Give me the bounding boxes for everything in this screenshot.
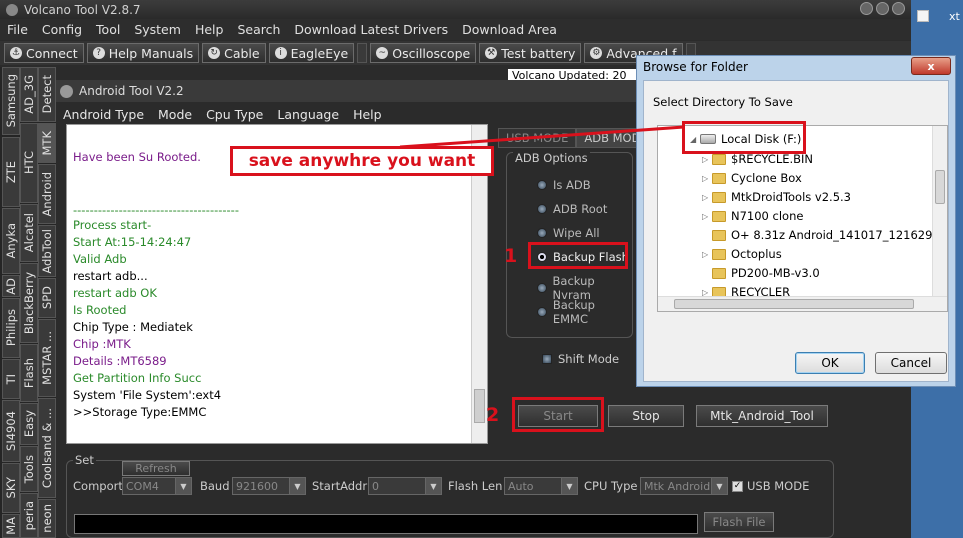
- annotation-box-start: [512, 397, 604, 432]
- annotation-box-backup-flash: [528, 242, 628, 269]
- annotation-line: [399, 125, 685, 149]
- annotation-label: save anywhre you want: [230, 146, 494, 176]
- screen: Volcano Tool V2.8.7 xt File Config Tool …: [0, 0, 963, 538]
- annotation-arrow: [399, 125, 685, 149]
- annotation-box-drive: [682, 121, 806, 154]
- annotation-number-1: 1: [504, 245, 518, 267]
- annotation-number-2: 2: [486, 404, 500, 426]
